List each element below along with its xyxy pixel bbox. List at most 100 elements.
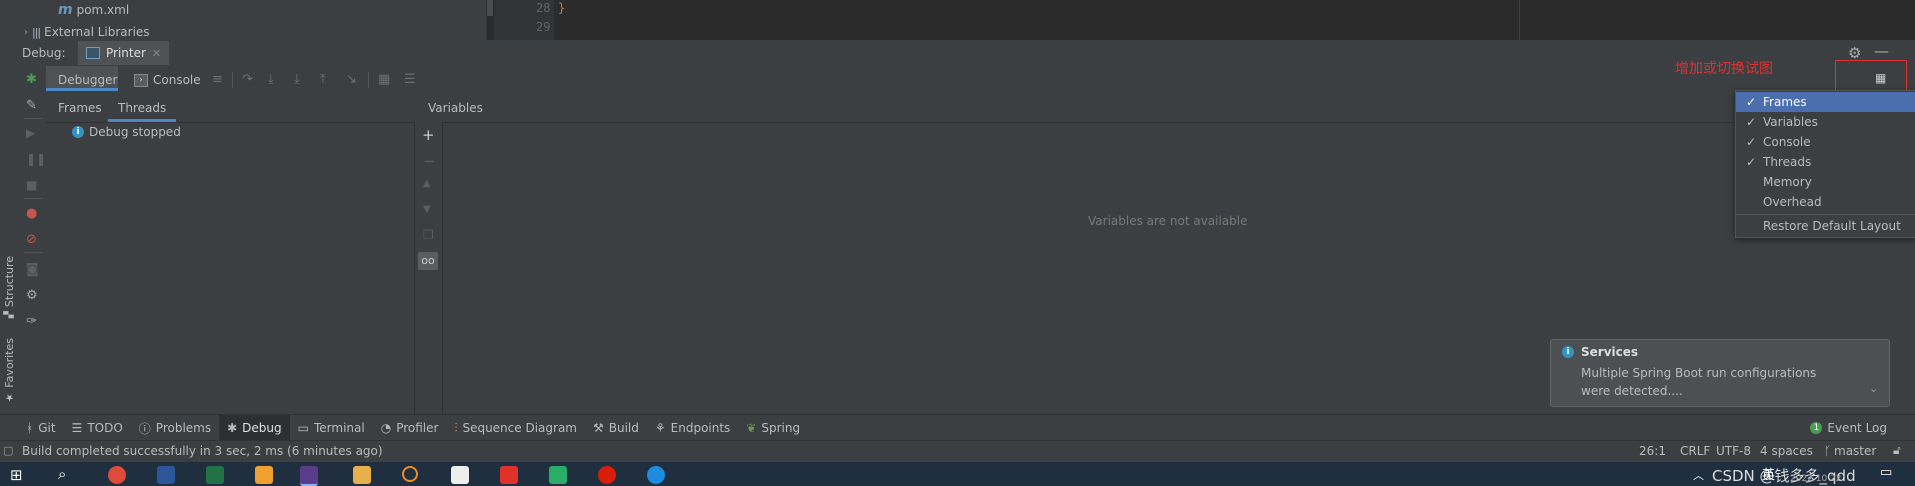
netease-music-icon[interactable] (598, 466, 616, 484)
lock-icon[interactable]: 🔓︎ (1893, 443, 1901, 458)
run-config-label: Printer (106, 46, 146, 60)
minimize-icon[interactable]: — (1874, 42, 1889, 60)
resume-icon[interactable]: ▶ (26, 126, 40, 140)
services-notification[interactable]: i Services Multiple Spring Boot run conf… (1550, 339, 1890, 407)
indent-setting[interactable]: 4 spaces (1760, 444, 1813, 458)
remove-icon[interactable]: − (423, 152, 436, 170)
layout-menu-item-console[interactable]: ✓ Console (1736, 132, 1915, 152)
debug-icon: ✱ (227, 421, 238, 435)
evaluate-expression-icon[interactable]: ▦ (378, 72, 390, 87)
force-step-into-icon[interactable]: ⤓ (294, 72, 300, 87)
ime-indicator[interactable]: 英 (1762, 464, 1775, 483)
step-into-icon[interactable]: ⤓ (268, 72, 274, 87)
annotation-label: 增加或切换试图 (1675, 61, 1773, 77)
close-icon[interactable]: ✕ (152, 47, 161, 60)
tool-window-profiler[interactable]: ◔ Profiler (373, 415, 447, 441)
code-editor[interactable]: } (554, 0, 1915, 40)
glasses-icon[interactable]: oo (418, 252, 438, 270)
info-icon: i (72, 126, 84, 138)
app-blue-icon[interactable] (647, 466, 665, 484)
step-out-icon[interactable]: ⤒ (320, 72, 326, 87)
menu-icon[interactable]: ≡ (212, 72, 223, 87)
search-icon[interactable]: ⌕ (58, 465, 66, 483)
structure-tool-tab[interactable]: ▞ Structure (3, 256, 16, 318)
event-log-label: Event Log (1827, 421, 1887, 435)
view-breakpoints-icon[interactable]: ● (26, 206, 40, 221)
word-icon[interactable] (157, 466, 175, 484)
chrome-icon[interactable] (108, 466, 126, 484)
up-icon[interactable]: ▲ (423, 178, 431, 189)
tool-window-endpoints[interactable]: ⚘ Endpoints (647, 415, 738, 441)
windows-start-icon[interactable]: ⊞ (10, 466, 23, 484)
pause-icon[interactable]: ❚❚ (26, 152, 46, 166)
typora-icon[interactable] (451, 466, 469, 484)
tab-threads[interactable]: Threads (108, 94, 177, 122)
notification-body: were detected.... (1581, 384, 1683, 398)
run-to-cursor-icon[interactable]: ↘ (346, 72, 357, 87)
tool-window-problems[interactable]: ⓘ Problems (131, 415, 219, 441)
tab-threads-label: Threads (118, 101, 167, 115)
tool-window-spring[interactable]: ❦ Spring (738, 415, 808, 441)
settings-icon[interactable]: ⚙ (26, 288, 40, 303)
tab-debugger[interactable]: Debugger (46, 66, 118, 91)
check-icon: ✓ (1746, 115, 1757, 129)
tab-frames[interactable]: Frames (58, 94, 102, 122)
stop-icon[interactable]: ■ (26, 178, 40, 192)
pin-icon[interactable]: ✑ (26, 314, 40, 329)
debug-title-bar: Debug: Printer ✕ ⚙ — (0, 40, 1915, 67)
branch-icon: ᚴ (1824, 444, 1832, 458)
camera-icon[interactable]: ◙ (26, 262, 40, 277)
status-toggle-icon[interactable]: ▢ (3, 444, 13, 457)
line-number: 28 (536, 1, 551, 15)
tool-window-terminal[interactable]: ▭ Terminal (290, 415, 373, 441)
status-message[interactable]: Build completed successfully in 3 sec, 2… (22, 444, 383, 458)
tool-window-todo[interactable]: ☰ TODO (64, 415, 131, 441)
maven-m-icon: m (58, 2, 73, 18)
youdao-icon[interactable] (500, 466, 518, 484)
trace-icon[interactable]: ☰ (404, 72, 416, 87)
down-icon[interactable]: ▼ (423, 204, 431, 215)
chevron-up-icon[interactable]: ︿ (1693, 467, 1704, 483)
layout-menu-item-overhead[interactable]: Overhead (1736, 192, 1915, 212)
wechat-icon[interactable] (549, 466, 567, 484)
intellij-icon[interactable] (300, 466, 318, 486)
tool-window-build[interactable]: ⚒ Build (585, 415, 647, 441)
layout-menu-item-memory[interactable]: Memory (1736, 172, 1915, 192)
tool-window-git[interactable]: ᚼ Git (18, 415, 64, 441)
line-separator[interactable]: CRLF (1680, 444, 1710, 458)
add-icon[interactable]: + (422, 126, 435, 144)
layout-settings-icon[interactable]: ▦ (1875, 71, 1886, 85)
mute-breakpoints-icon[interactable]: ⊘ (26, 232, 40, 247)
rerun-debug-icon[interactable]: ✱ (26, 72, 40, 87)
problems-icon: ⓘ (138, 421, 151, 436)
project-item-external-libraries[interactable]: › ||| External Libraries (24, 24, 150, 40)
tab-frames-label: Frames (58, 101, 102, 115)
layout-menu-item-threads[interactable]: ✓ Threads (1736, 152, 1915, 172)
project-item-pom[interactable]: m pom.xml (58, 2, 129, 18)
tab-console[interactable]: › Console (134, 66, 201, 94)
magnifier-app-icon[interactable] (402, 466, 418, 482)
chevron-down-icon[interactable]: ⌄ (1869, 382, 1878, 395)
event-log-button[interactable]: 1 Event Log (1802, 415, 1915, 441)
copy-icon[interactable]: ❐ (423, 228, 434, 242)
wrench-icon[interactable]: ✎ (26, 98, 40, 113)
layout-menu-item-frames[interactable]: ✓ Frames (1736, 92, 1915, 112)
tool-window-debug[interactable]: ✱ Debug (219, 415, 290, 441)
step-over-icon[interactable]: ↷ (242, 72, 253, 87)
folder-icon[interactable] (353, 466, 371, 484)
notification-body: Multiple Spring Boot run configurations (1581, 366, 1817, 380)
notification-center-icon[interactable]: ▭ (1880, 465, 1892, 480)
clock[interactable]: 2022 10 22 (1790, 474, 1842, 484)
variables-title: Variables (428, 101, 483, 115)
layout-menu-item-variables[interactable]: ✓ Variables (1736, 112, 1915, 132)
app-orange-icon[interactable] (255, 466, 273, 484)
layout-menu-item-restore[interactable]: Restore Default Layout (1736, 216, 1915, 236)
caret-position[interactable]: 26:1 (1639, 444, 1666, 458)
favorites-tool-tab[interactable]: ★ Favorites (3, 338, 16, 403)
file-encoding[interactable]: UTF-8 (1716, 444, 1751, 458)
tool-window-sequence-diagram[interactable]: ⫶ Sequence Diagram (446, 415, 585, 441)
git-branch[interactable]: master (1834, 444, 1876, 458)
excel-icon[interactable] (206, 466, 224, 484)
menu-divider (1736, 214, 1915, 215)
run-config-tab[interactable]: Printer ✕ (78, 41, 170, 65)
